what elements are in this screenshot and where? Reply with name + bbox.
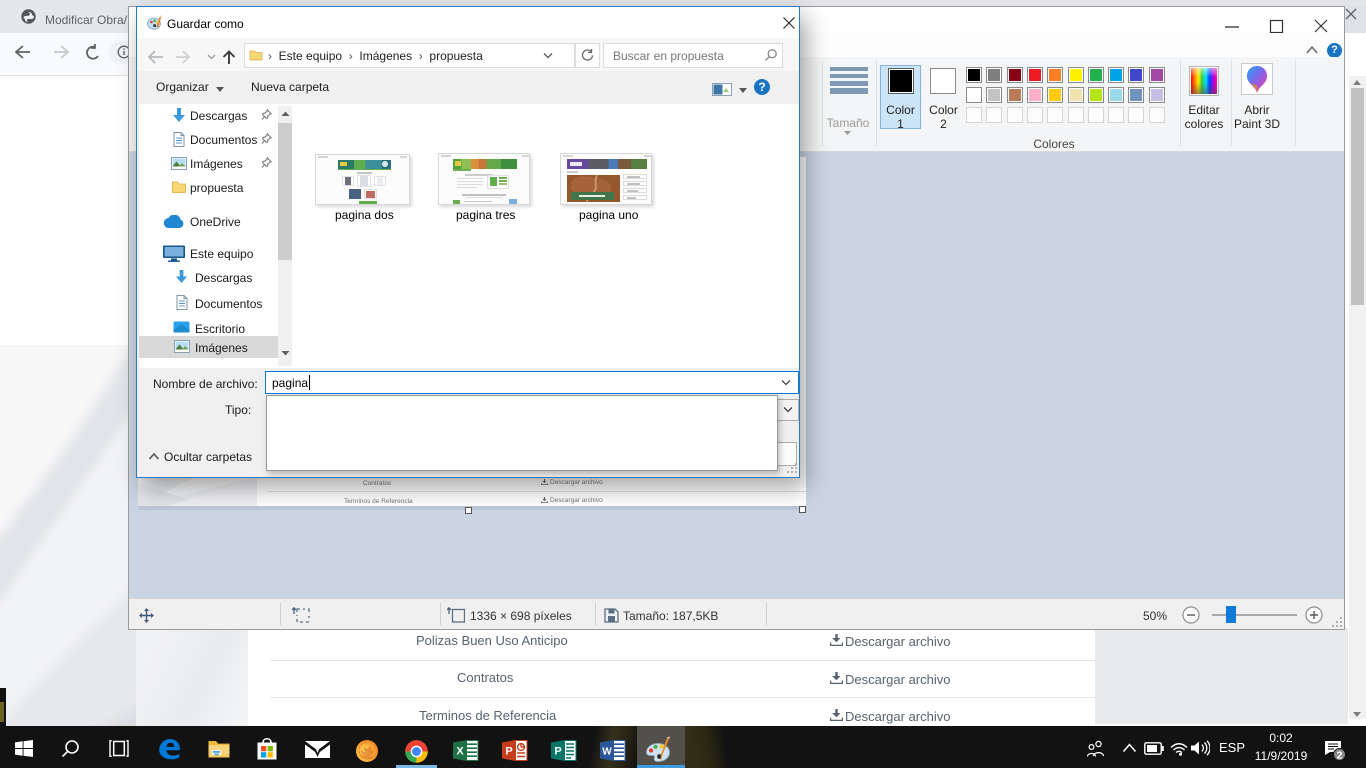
svg-text:X: X (456, 746, 464, 758)
svg-text:P: P (554, 746, 561, 758)
svg-text:P: P (505, 746, 512, 758)
svg-text:2: 2 (1337, 749, 1343, 761)
svg-text:W: W (602, 747, 612, 758)
